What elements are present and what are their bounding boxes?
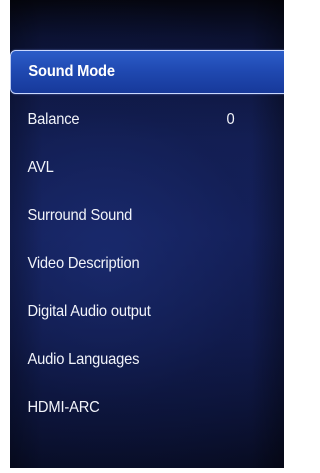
menu-item-label: Sound Mode [28, 63, 115, 80]
menu-item-balance[interactable]: Balance 0 [10, 96, 262, 144]
menu-item-label: Balance [27, 111, 80, 128]
menu-item-video-description[interactable]: Video Description [10, 240, 262, 288]
menu-item-label: AVL [27, 159, 54, 176]
menu-item-label: Surround Sound [27, 207, 133, 224]
menu-item-sound-mode[interactable]: Sound Mode [10, 50, 284, 94]
menu-item-audio-languages[interactable]: Audio Languages [10, 336, 262, 384]
menu-item-avl[interactable]: AVL [10, 144, 262, 192]
menu-item-label: Digital Audio output [27, 303, 151, 320]
balance-value: 0 [226, 111, 235, 128]
menu-item-label: HDMI-ARC [27, 399, 100, 416]
menu-item-label: Video Description [27, 255, 140, 272]
menu-item-digital-audio-output[interactable]: Digital Audio output [10, 288, 262, 336]
menu-item-surround-sound[interactable]: Surround Sound [10, 192, 262, 240]
audio-settings-panel: Sound Mode Balance 0 AVL Surround Sound … [10, 0, 284, 468]
menu-item-label: Audio Languages [27, 351, 140, 368]
menu-item-hdmi-arc[interactable]: HDMI-ARC [10, 384, 262, 432]
audio-settings-menu: Sound Mode Balance 0 AVL Surround Sound … [10, 48, 284, 432]
